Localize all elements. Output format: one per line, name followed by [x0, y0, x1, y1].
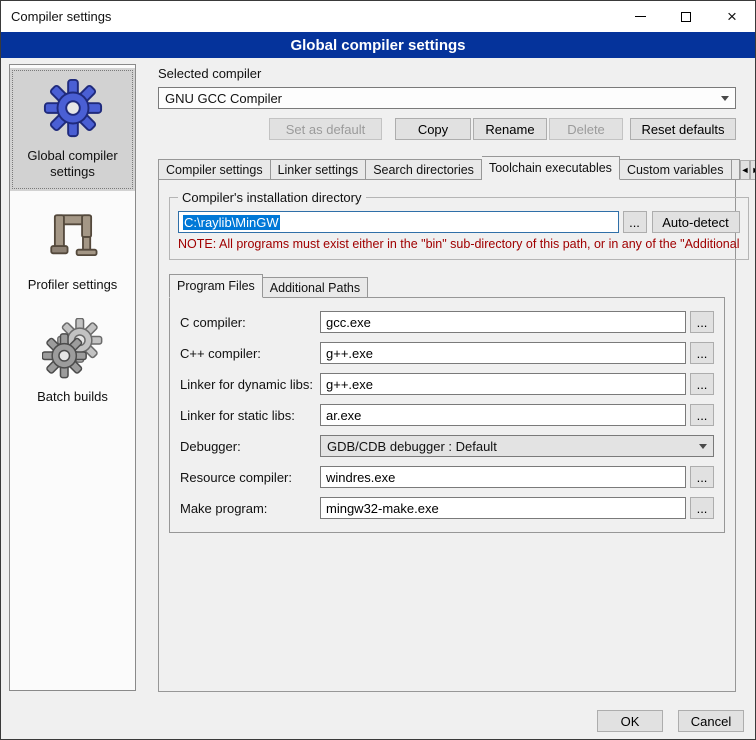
installation-directory-row: C:\raylib\MinGW ... Auto-detect	[178, 211, 740, 233]
install-dir-selected-text: C:\raylib\MinGW	[183, 215, 280, 230]
tab-additional-paths[interactable]: Additional Paths	[263, 277, 368, 298]
c-compiler-label: C compiler:	[180, 315, 320, 330]
ok-button[interactable]: OK	[597, 710, 663, 732]
chevron-down-icon	[721, 96, 729, 101]
browse-c-compiler-button[interactable]: ...	[690, 311, 714, 333]
arrow-right-icon: ►	[751, 165, 756, 175]
minimize-icon	[635, 16, 646, 17]
bin-subdirectory-note: NOTE: All programs must exist either in …	[178, 237, 740, 251]
tab-scroll-right-button[interactable]: ►	[750, 160, 756, 180]
c-compiler-row: C compiler: ...	[180, 311, 714, 333]
program-files-tabstrip: Program Files Additional Paths	[169, 274, 725, 298]
titlebar: Compiler settings ×	[1, 1, 755, 32]
copy-button[interactable]: Copy	[395, 118, 471, 140]
browse-resource-compiler-button[interactable]: ...	[690, 466, 714, 488]
clamp-tool-icon	[41, 205, 105, 269]
dynamic-linker-row: Linker for dynamic libs: ...	[180, 373, 714, 395]
page-title: Global compiler settings	[1, 32, 755, 58]
window-controls: ×	[617, 1, 755, 32]
cpp-compiler-row: C++ compiler: ...	[180, 342, 714, 364]
reset-defaults-button[interactable]: Reset defaults	[630, 118, 736, 140]
gray-gears-icon	[41, 317, 105, 381]
selected-compiler-label: Selected compiler	[158, 66, 736, 81]
make-program-row: Make program: ...	[180, 497, 714, 519]
tab-program-files[interactable]: Program Files	[169, 274, 263, 298]
global-compiler-settings-page: Selected compiler GNU GCC Compiler Set a…	[146, 64, 747, 692]
minimize-button[interactable]	[617, 1, 663, 32]
resource-compiler-row: Resource compiler: ...	[180, 466, 714, 488]
compiler-settings-dialog: Compiler settings × Global compiler sett…	[0, 0, 756, 740]
arrow-left-icon: ◄	[741, 165, 750, 175]
tab-custom-variables[interactable]: Custom variables	[620, 159, 732, 180]
browse-cpp-compiler-button[interactable]: ...	[690, 342, 714, 364]
cpp-compiler-input[interactable]	[320, 342, 686, 364]
dialog-footer: OK Cancel	[1, 710, 755, 732]
browse-make-program-button[interactable]: ...	[690, 497, 714, 519]
debugger-row: Debugger: GDB/CDB debugger : Default	[180, 435, 714, 457]
browse-dynamic-linker-button[interactable]: ...	[690, 373, 714, 395]
debugger-dropdown[interactable]: GDB/CDB debugger : Default	[320, 435, 714, 457]
tab-scroll-left-button[interactable]: ◄	[740, 160, 751, 180]
cancel-button[interactable]: Cancel	[678, 710, 744, 732]
delete-button[interactable]: Delete	[549, 118, 623, 140]
resource-compiler-label: Resource compiler:	[180, 470, 320, 485]
browse-static-linker-button[interactable]: ...	[690, 404, 714, 426]
dynamic-linker-label: Linker for dynamic libs:	[180, 377, 320, 392]
blue-gear-icon	[41, 76, 105, 140]
settings-tabstrip: Compiler settings Linker settings Search…	[158, 156, 736, 180]
make-program-input[interactable]	[320, 497, 686, 519]
dialog-content: Global compiler settings	[1, 58, 755, 692]
sidebar-item-global-compiler-settings[interactable]: Global compiler settings	[10, 68, 135, 191]
static-linker-row: Linker for static libs: ...	[180, 404, 714, 426]
window-title: Compiler settings	[1, 9, 111, 24]
selected-compiler-dropdown[interactable]: GNU GCC Compiler	[158, 87, 736, 109]
rename-button[interactable]: Rename	[473, 118, 547, 140]
tab-compiler-settings[interactable]: Compiler settings	[158, 159, 271, 180]
installation-directory-group-title: Compiler's installation directory	[178, 190, 366, 205]
maximize-icon	[681, 12, 691, 22]
selected-compiler-value: GNU GCC Compiler	[165, 91, 715, 106]
make-program-label: Make program:	[180, 501, 320, 516]
tab-search-directories[interactable]: Search directories	[366, 159, 482, 180]
compiler-actions-row: Set as default Copy Rename Delete Reset …	[158, 118, 736, 140]
program-files-panel: C compiler: ... C++ compiler: ... Linker…	[169, 297, 725, 533]
sidebar-item-batch-builds[interactable]: Batch builds	[10, 309, 135, 415]
tab-linker-settings[interactable]: Linker settings	[271, 159, 367, 180]
debugger-value: GDB/CDB debugger : Default	[327, 439, 693, 454]
install-dir-input[interactable]: C:\raylib\MinGW	[178, 211, 619, 233]
tab-toolchain-executables[interactable]: Toolchain executables	[482, 156, 620, 180]
close-icon: ×	[727, 8, 737, 25]
cpp-compiler-label: C++ compiler:	[180, 346, 320, 361]
sidebar-item-label: Batch builds	[37, 389, 108, 405]
maximize-button[interactable]	[663, 1, 709, 32]
close-button[interactable]: ×	[709, 1, 755, 32]
static-linker-label: Linker for static libs:	[180, 408, 320, 423]
dynamic-linker-input[interactable]	[320, 373, 686, 395]
tab-build-options-truncated[interactable]: Buil	[732, 159, 740, 180]
installation-directory-group: Compiler's installation directory C:\ray…	[169, 190, 749, 260]
static-linker-input[interactable]	[320, 404, 686, 426]
sidebar-item-label: Global compiler settings	[12, 148, 133, 181]
sidebar-item-profiler-settings[interactable]: Profiler settings	[10, 197, 135, 303]
sidebar-item-label: Profiler settings	[28, 277, 118, 293]
resource-compiler-input[interactable]	[320, 466, 686, 488]
toolchain-executables-panel: Compiler's installation directory C:\ray…	[158, 179, 736, 692]
browse-install-dir-button[interactable]: ...	[623, 211, 647, 233]
c-compiler-input[interactable]	[320, 311, 686, 333]
auto-detect-button[interactable]: Auto-detect	[652, 211, 740, 233]
debugger-label: Debugger:	[180, 439, 320, 454]
settings-category-list: Global compiler settings	[9, 64, 136, 691]
set-as-default-button[interactable]: Set as default	[269, 118, 382, 140]
chevron-down-icon	[699, 444, 707, 449]
